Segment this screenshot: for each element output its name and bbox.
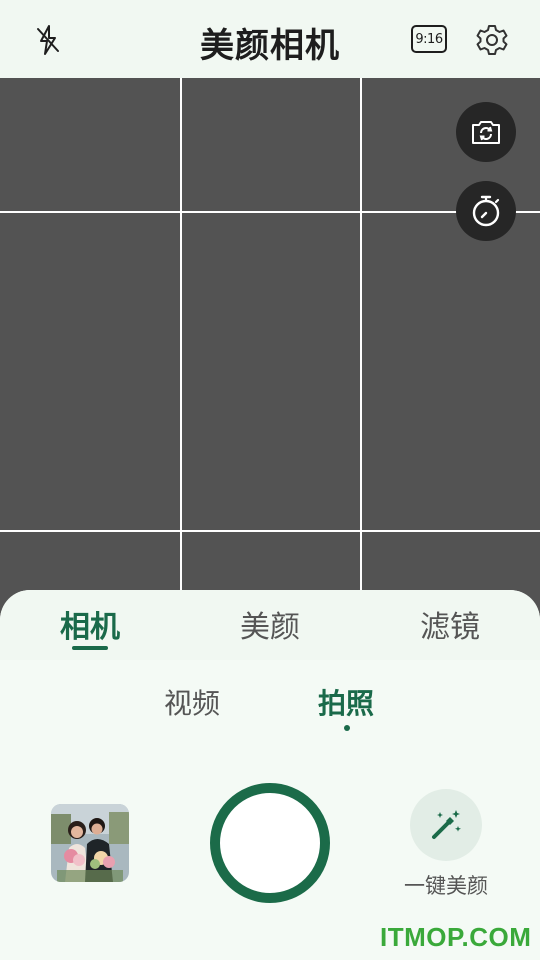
gallery-thumbnail[interactable] xyxy=(51,804,129,882)
grid-line xyxy=(0,530,540,532)
grid-line xyxy=(180,78,182,618)
one-click-beauty-label: 一键美颜 xyxy=(404,874,488,898)
active-mode-indicator xyxy=(344,725,350,731)
magic-wand-icon xyxy=(432,810,461,839)
active-tab-indicator xyxy=(72,646,108,650)
shutter-button[interactable] xyxy=(210,783,330,903)
mode-video[interactable]: 视频 xyxy=(164,682,220,722)
gear-icon[interactable] xyxy=(472,20,512,60)
app-title: 美颜相机 xyxy=(200,26,340,66)
tab-beauty[interactable]: 美颜 xyxy=(210,602,330,646)
timer-icon xyxy=(472,195,500,227)
watermark-text: ITMOP.COM xyxy=(380,922,532,952)
switch-camera-icon xyxy=(472,121,500,144)
aspect-ratio-icon: 9:16 xyxy=(411,25,447,53)
tab-bar: 相机 美颜 滤镜 xyxy=(0,590,540,660)
one-click-beauty-button[interactable] xyxy=(410,789,482,861)
grid-line xyxy=(360,78,362,618)
timer-button[interactable] xyxy=(456,181,516,241)
tab-filter[interactable]: 滤镜 xyxy=(390,602,510,646)
switch-camera-button[interactable] xyxy=(456,102,516,162)
tab-camera[interactable]: 相机 xyxy=(30,602,150,646)
aspect-ratio-button[interactable]: 9:16 xyxy=(410,22,448,56)
mode-photo[interactable]: 拍照 xyxy=(318,682,374,722)
top-bar: 美颜相机 9:16 xyxy=(0,0,540,78)
camera-preview[interactable] xyxy=(0,78,540,618)
